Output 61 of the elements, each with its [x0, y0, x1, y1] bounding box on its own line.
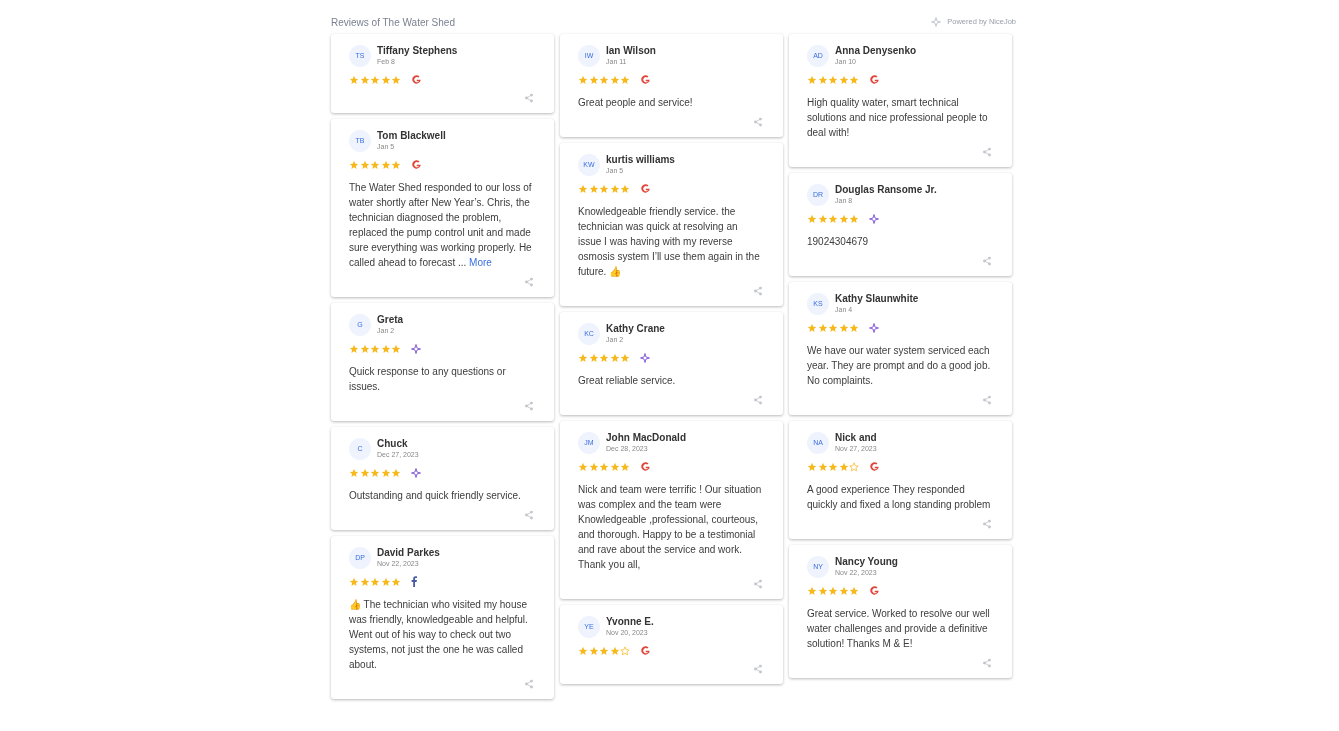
share-icon[interactable] — [524, 401, 534, 411]
review-text: We have our water system serviced each year. They are prompt and do a good job. No complaints. — [807, 344, 992, 388]
review-text: The Water Shed responded to our loss of water shortly after New Year’s. Chris, the technician diagnosed the problem, replaced the pump control unit and made sure everything was working properly. He called ahead to forecast ... More — [349, 181, 533, 270]
review-text: Outstanding and quick friendly service. — [349, 489, 522, 503]
google-logo-icon — [869, 585, 880, 596]
google-logo-icon — [411, 159, 422, 170]
facebook-logo-icon — [411, 576, 417, 587]
review-text: 👍 The technician who visited my house was friendly, knowledgeable and helpful. Went out of his way to check out two systems, not just the one he was called about. — [349, 598, 529, 672]
google-logo-icon — [869, 461, 880, 472]
reviewer-name: Yvonne E. — [606, 616, 654, 628]
share-icon[interactable] — [982, 519, 992, 529]
share-icon[interactable] — [753, 664, 763, 674]
reviewer-name: Tiffany Stephens — [377, 45, 458, 57]
review-text: 19024304679 — [807, 235, 870, 249]
review-text: A good experience They responded quickly and fixed a long standing problem — [807, 483, 992, 512]
share-icon[interactable] — [524, 277, 534, 287]
reviewer-name: Tom Blackwell — [377, 130, 446, 142]
reviewer-name: Douglas Ransome Jr. — [835, 184, 937, 196]
review-text: High quality water, smart technical solutions and nice professional people to deal with! — [807, 96, 989, 140]
review-text: Quick response to any questions or issues. — [349, 365, 507, 394]
share-icon[interactable] — [982, 658, 992, 668]
google-logo-icon — [640, 74, 651, 85]
share-icon[interactable] — [524, 510, 534, 520]
reviewer-name: Greta — [377, 314, 404, 326]
reviewer-name: kurtis williams — [606, 154, 675, 166]
share-icon[interactable] — [753, 286, 763, 296]
review-text: Great reliable service. — [578, 374, 677, 388]
sparkle-star-icon — [411, 467, 421, 478]
more-link[interactable]: More — [469, 257, 492, 268]
reviewer-name: Anna Denysenko — [835, 45, 917, 57]
share-icon[interactable] — [982, 147, 992, 157]
review-text: Knowledgeable friendly service. the technician was quick at resolving an issue I was having with my reverse osmosis system I’ll use them again in the future. 👍 — [578, 205, 761, 279]
review-text: Great service. Worked to resolve our well water challenges and provide a definitive solution! Thanks M & E! — [807, 607, 991, 651]
google-logo-icon — [640, 645, 651, 656]
reviewer-name: John MacDonald — [606, 432, 686, 444]
google-logo-icon — [411, 74, 422, 85]
sparkle-star-icon — [869, 322, 879, 333]
google-logo-icon — [640, 461, 651, 472]
sparkle-star-icon — [411, 343, 421, 354]
share-icon[interactable] — [753, 395, 763, 405]
reviewer-name: Chuck — [377, 438, 409, 450]
reviewer-name: David Parkes — [377, 547, 440, 559]
sparkle-star-icon — [931, 17, 942, 27]
share-icon[interactable] — [524, 679, 534, 689]
share-icon[interactable] — [982, 256, 992, 266]
share-icon[interactable] — [753, 117, 763, 127]
reviewer-name: Nick and — [835, 432, 877, 444]
review-text: Great people and service! — [578, 96, 694, 110]
review-text: Nick and team were terrific ! Our situation was complex and the team were Knowledgeable ,professional, courteous, and thorough. Happy to be a testimonial and rave about the service and work. Thank you all, — [578, 483, 763, 572]
reviewer-name: Kathy Slaunwhite — [835, 293, 919, 305]
google-logo-icon — [869, 74, 880, 85]
share-icon[interactable] — [753, 579, 763, 589]
reviewer-name: Kathy Crane — [606, 323, 665, 335]
google-logo-icon — [640, 183, 651, 194]
reviewer-name: Nancy Young — [835, 556, 898, 568]
share-icon[interactable] — [524, 93, 534, 103]
reviewer-name: Ian Wilson — [606, 45, 656, 57]
page-title: Reviews of The Water Shed — [331, 15, 455, 30]
share-icon[interactable] — [982, 395, 992, 405]
sparkle-star-icon — [869, 213, 879, 224]
sparkle-star-icon — [640, 352, 650, 363]
